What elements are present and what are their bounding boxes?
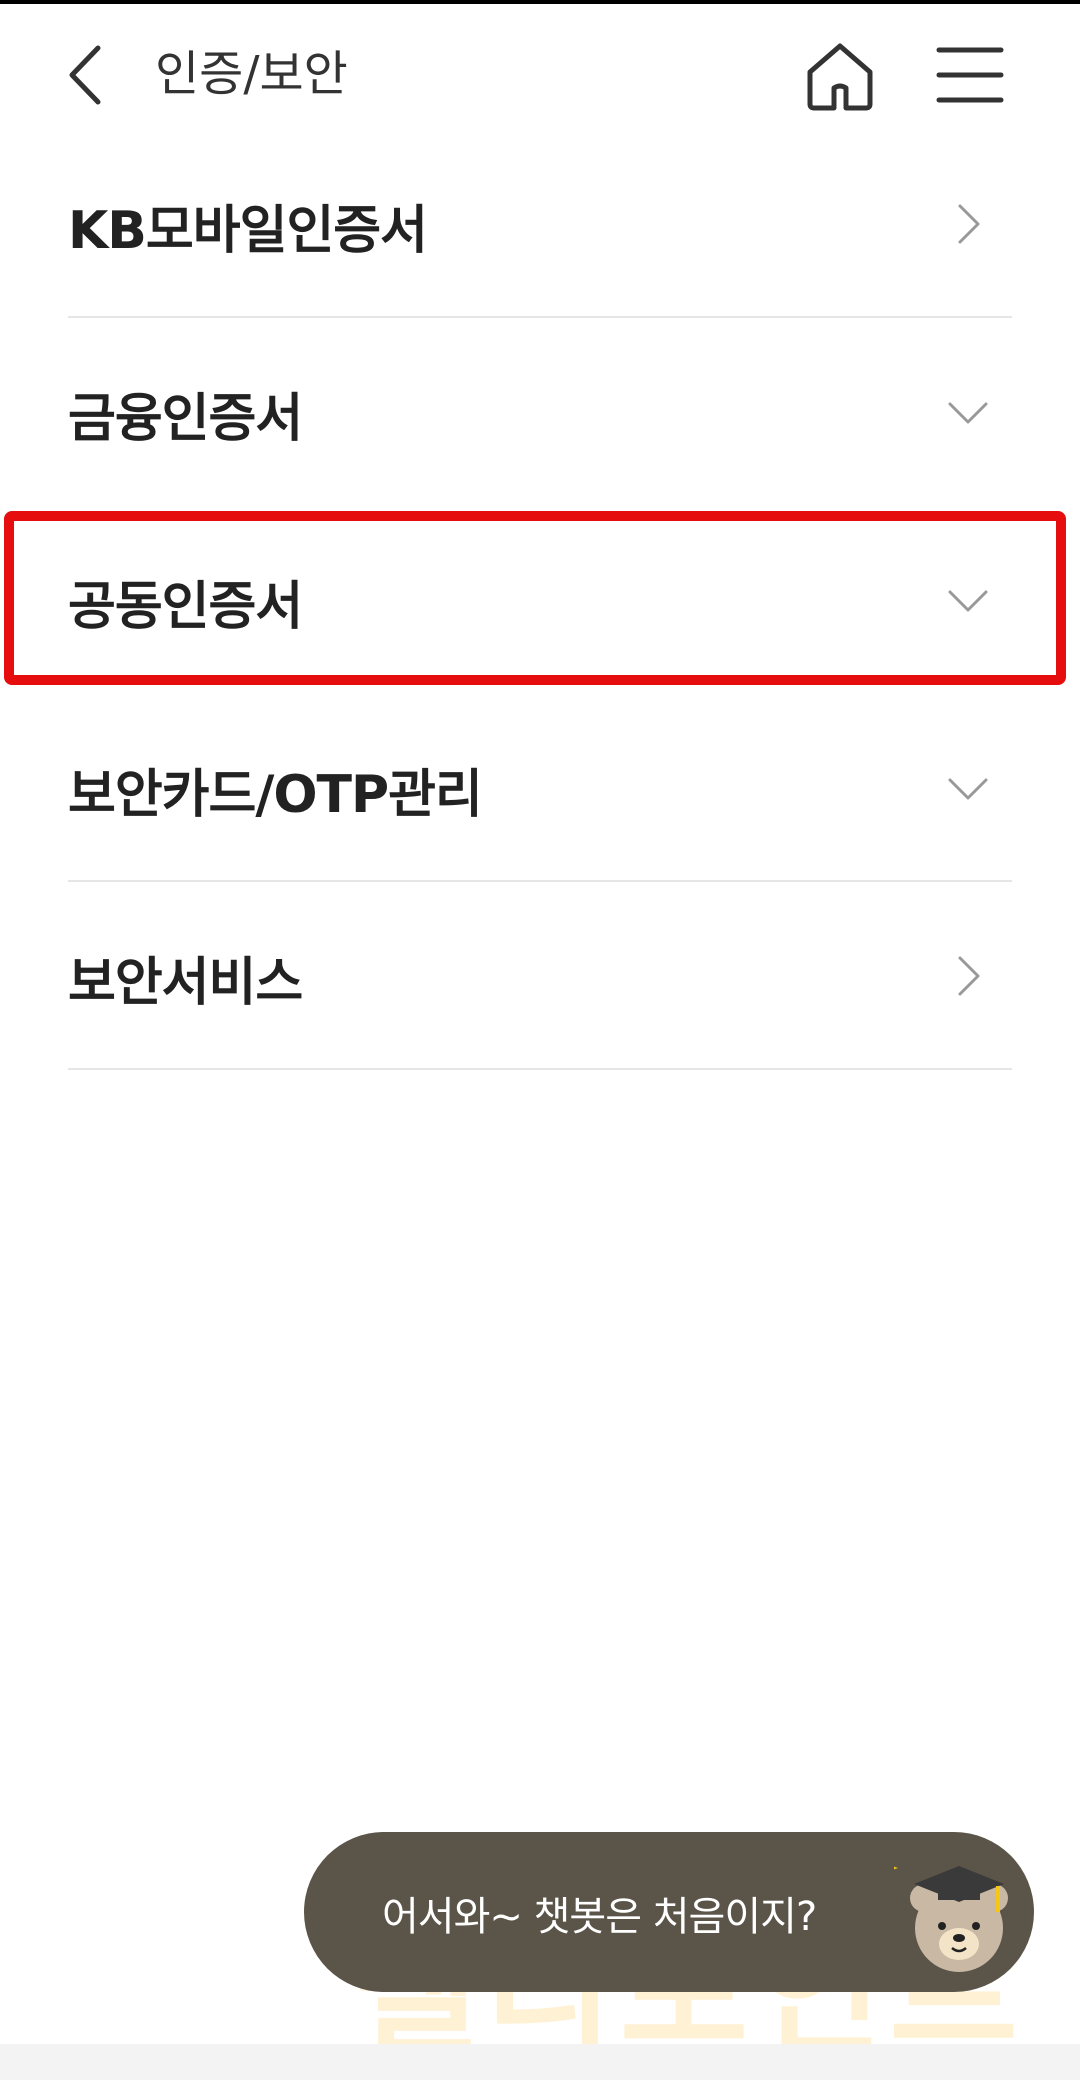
menu-item-label: KB모바일인증서 (68, 201, 428, 261)
chevron-down-icon (948, 590, 988, 612)
bottom-bar (0, 2044, 1080, 2080)
menu-button[interactable] (935, 42, 1005, 108)
bear-graduate-icon (894, 1866, 1008, 1972)
page-title: 인증/보안 (155, 46, 348, 102)
menu-item-label: 보안서비스 (68, 953, 303, 1013)
home-button[interactable] (800, 38, 880, 114)
menu-list: KB모바일인증서 금융인증서 공동인증서 보안카드/OTP관리 보안서비스 (0, 130, 1080, 1070)
back-button[interactable] (60, 40, 120, 110)
menu-item-joint-cert[interactable]: 공동인증서 (68, 506, 1012, 694)
chevron-left-icon (69, 45, 101, 105)
menu-item-security-card-otp[interactable]: 보안카드/OTP관리 (68, 694, 1012, 882)
home-icon (807, 43, 873, 111)
chevron-right-icon (958, 204, 980, 244)
chevron-down-icon (948, 402, 988, 424)
app-header: 인증/보안 (0, 4, 1080, 140)
chatbot-message: 어서와~ 챗봇은 처음이지? (382, 1894, 817, 1940)
menu-item-security-service[interactable]: 보안서비스 (68, 882, 1012, 1070)
chevron-down-icon (948, 778, 988, 800)
hamburger-menu-icon (936, 47, 1004, 103)
chatbot-banner[interactable]: 어서와~ 챗봇은 처음이지? (304, 1832, 1034, 1992)
menu-item-label: 보안카드/OTP관리 (68, 765, 483, 825)
menu-item-label: 금융인증서 (68, 389, 303, 449)
menu-item-label: 공동인증서 (68, 577, 303, 637)
menu-item-kb-mobile-cert[interactable]: KB모바일인증서 (68, 130, 1012, 318)
chevron-right-icon (958, 956, 980, 996)
menu-item-financial-cert[interactable]: 금융인증서 (68, 318, 1012, 506)
